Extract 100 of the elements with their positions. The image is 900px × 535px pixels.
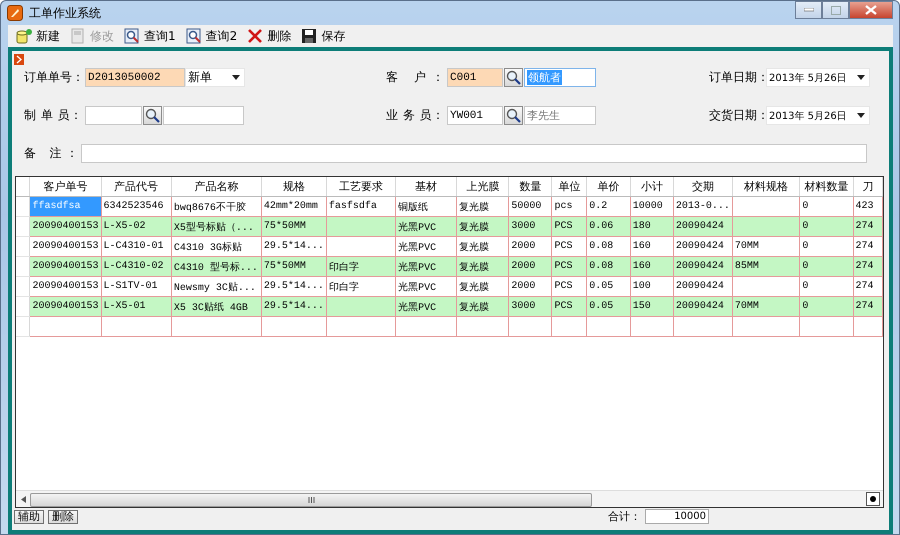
horizontal-scrollbar[interactable] <box>16 490 883 507</box>
table-cell: 复光膜 <box>456 256 509 276</box>
table-cell: 0 <box>800 296 854 316</box>
column-header[interactable]: 材料数量 <box>800 177 854 196</box>
search-icon <box>186 28 202 44</box>
delete-icon <box>247 28 264 44</box>
column-header[interactable]: 单位 <box>552 177 587 196</box>
table-cell: 0 <box>800 216 854 236</box>
grip-icon <box>308 497 314 503</box>
table-cell: 150 <box>630 296 674 316</box>
column-header[interactable]: 产品代号 <box>101 177 172 196</box>
table-cell: 2000 <box>508 256 552 276</box>
column-header[interactable]: 基材 <box>396 177 457 196</box>
column-header[interactable]: 小计 <box>630 177 674 196</box>
caret-icon <box>857 113 865 118</box>
table-cell: 20090400153 <box>30 256 101 276</box>
date-picker[interactable]: 2013年 5月26日 <box>766 68 870 87</box>
column-header[interactable]: 交期 <box>673 177 732 196</box>
table-cell: L-X5-01 <box>101 296 172 316</box>
table-cell: PCS <box>552 216 587 236</box>
table-cell: L-X5-02 <box>101 216 172 236</box>
table-cell: 274 <box>853 296 882 316</box>
search-button[interactable] <box>504 106 523 125</box>
left-arrow-icon <box>20 496 26 502</box>
field-label: 订单日期： <box>709 69 763 86</box>
table-cell: 0.05 <box>586 296 630 316</box>
table-cell: 光黑PVC <box>396 296 457 316</box>
input-field[interactable]: YW001 <box>447 106 503 125</box>
input-field[interactable] <box>163 106 244 125</box>
table-cell: X5 3C贴纸 4GB <box>171 296 262 316</box>
table-cell: C4310 型号标... <box>171 256 262 276</box>
table-cell: 3000 <box>508 296 552 316</box>
table-cell: 70MM <box>732 296 800 316</box>
table-cell: L-C4310-02 <box>101 256 172 276</box>
corner-button[interactable] <box>866 492 880 506</box>
search-button[interactable] <box>143 106 162 125</box>
footer-button[interactable]: 删除 <box>48 510 78 524</box>
table-cell: 0.06 <box>586 216 630 236</box>
minimize-button[interactable] <box>795 1 822 19</box>
column-header[interactable]: 数量 <box>508 177 552 196</box>
save-icon <box>301 28 318 44</box>
column-header[interactable]: 产品名称 <box>171 177 262 196</box>
table-cell: 0.08 <box>586 256 630 276</box>
total-field: 10000 <box>645 509 709 524</box>
field-label: 订单单号： <box>24 69 82 86</box>
column-header[interactable]: 客户单号 <box>30 177 101 196</box>
dot-icon <box>870 496 876 502</box>
table-cell: 20090424 <box>673 216 732 236</box>
table-cell: 20090400153 <box>30 296 101 316</box>
column-header[interactable]: 工艺要求 <box>326 177 396 196</box>
field-label: 业 务 员： <box>386 107 444 124</box>
table-cell: 180 <box>630 216 674 236</box>
input-field[interactable]: D2013050002 <box>85 68 185 87</box>
app-icon <box>7 5 23 21</box>
table-cell: 85MM <box>732 256 800 276</box>
total-label: 合计： <box>608 509 641 524</box>
table-cell: PCS <box>552 256 587 276</box>
table-cell: PCS <box>552 296 587 316</box>
toolbar-button[interactable]: 保存 <box>299 26 348 46</box>
table-cell: 光黑PVC <box>396 216 457 236</box>
toolbar-button[interactable]: 查询2 <box>184 26 240 46</box>
input-field[interactable] <box>85 106 142 125</box>
input-field[interactable]: C001 <box>447 68 503 87</box>
window-title: 工单作业系统 <box>29 4 101 22</box>
column-header[interactable]: 上光膜 <box>456 177 509 196</box>
field-label: 备 注： <box>24 145 78 162</box>
table-cell: 20090400153 <box>30 216 101 236</box>
table-cell: 75*50MM <box>261 256 326 276</box>
column-header[interactable]: 规格 <box>261 177 326 196</box>
minimize-icon <box>804 8 814 12</box>
table-cell: 274 <box>853 256 882 276</box>
column-header[interactable]: 单价 <box>586 177 630 196</box>
document-icon <box>70 28 86 44</box>
jar-icon <box>16 28 32 44</box>
footer-button[interactable]: 辅助 <box>14 510 44 524</box>
caret-icon <box>232 75 240 80</box>
table-cell: 3000 <box>508 216 552 236</box>
toolbar-button[interactable]: 新建 <box>14 26 62 46</box>
maximize-icon <box>830 6 840 14</box>
field-label: 制 单 员： <box>24 107 82 124</box>
table-cell: ffasdfsa <box>30 196 101 216</box>
toolbar-button[interactable]: 查询1 <box>122 26 178 46</box>
input-field[interactable]: 李先生 <box>524 106 596 125</box>
table-cell: 20090424 <box>673 256 732 276</box>
search-button[interactable] <box>504 68 523 87</box>
expand-icon <box>14 54 24 65</box>
maximize-button[interactable] <box>822 1 849 19</box>
column-header[interactable]: 材料规格 <box>732 177 800 196</box>
toolbar-button[interactable]: 删除 <box>245 26 294 46</box>
column-header[interactable]: 刀 <box>853 177 882 196</box>
table-cell: 20090424 <box>673 296 732 316</box>
table-cell: 0 <box>800 256 854 276</box>
close-button[interactable] <box>849 1 893 19</box>
caret-icon <box>857 75 865 80</box>
table-cell: 光黑PVC <box>396 256 457 276</box>
close-icon <box>865 5 877 15</box>
table-cell: 复光膜 <box>456 296 509 316</box>
input-field[interactable] <box>81 144 867 163</box>
status-dropdown[interactable]: 新单 <box>185 68 245 87</box>
date-picker[interactable]: 2013年 5月26日 <box>766 106 870 125</box>
